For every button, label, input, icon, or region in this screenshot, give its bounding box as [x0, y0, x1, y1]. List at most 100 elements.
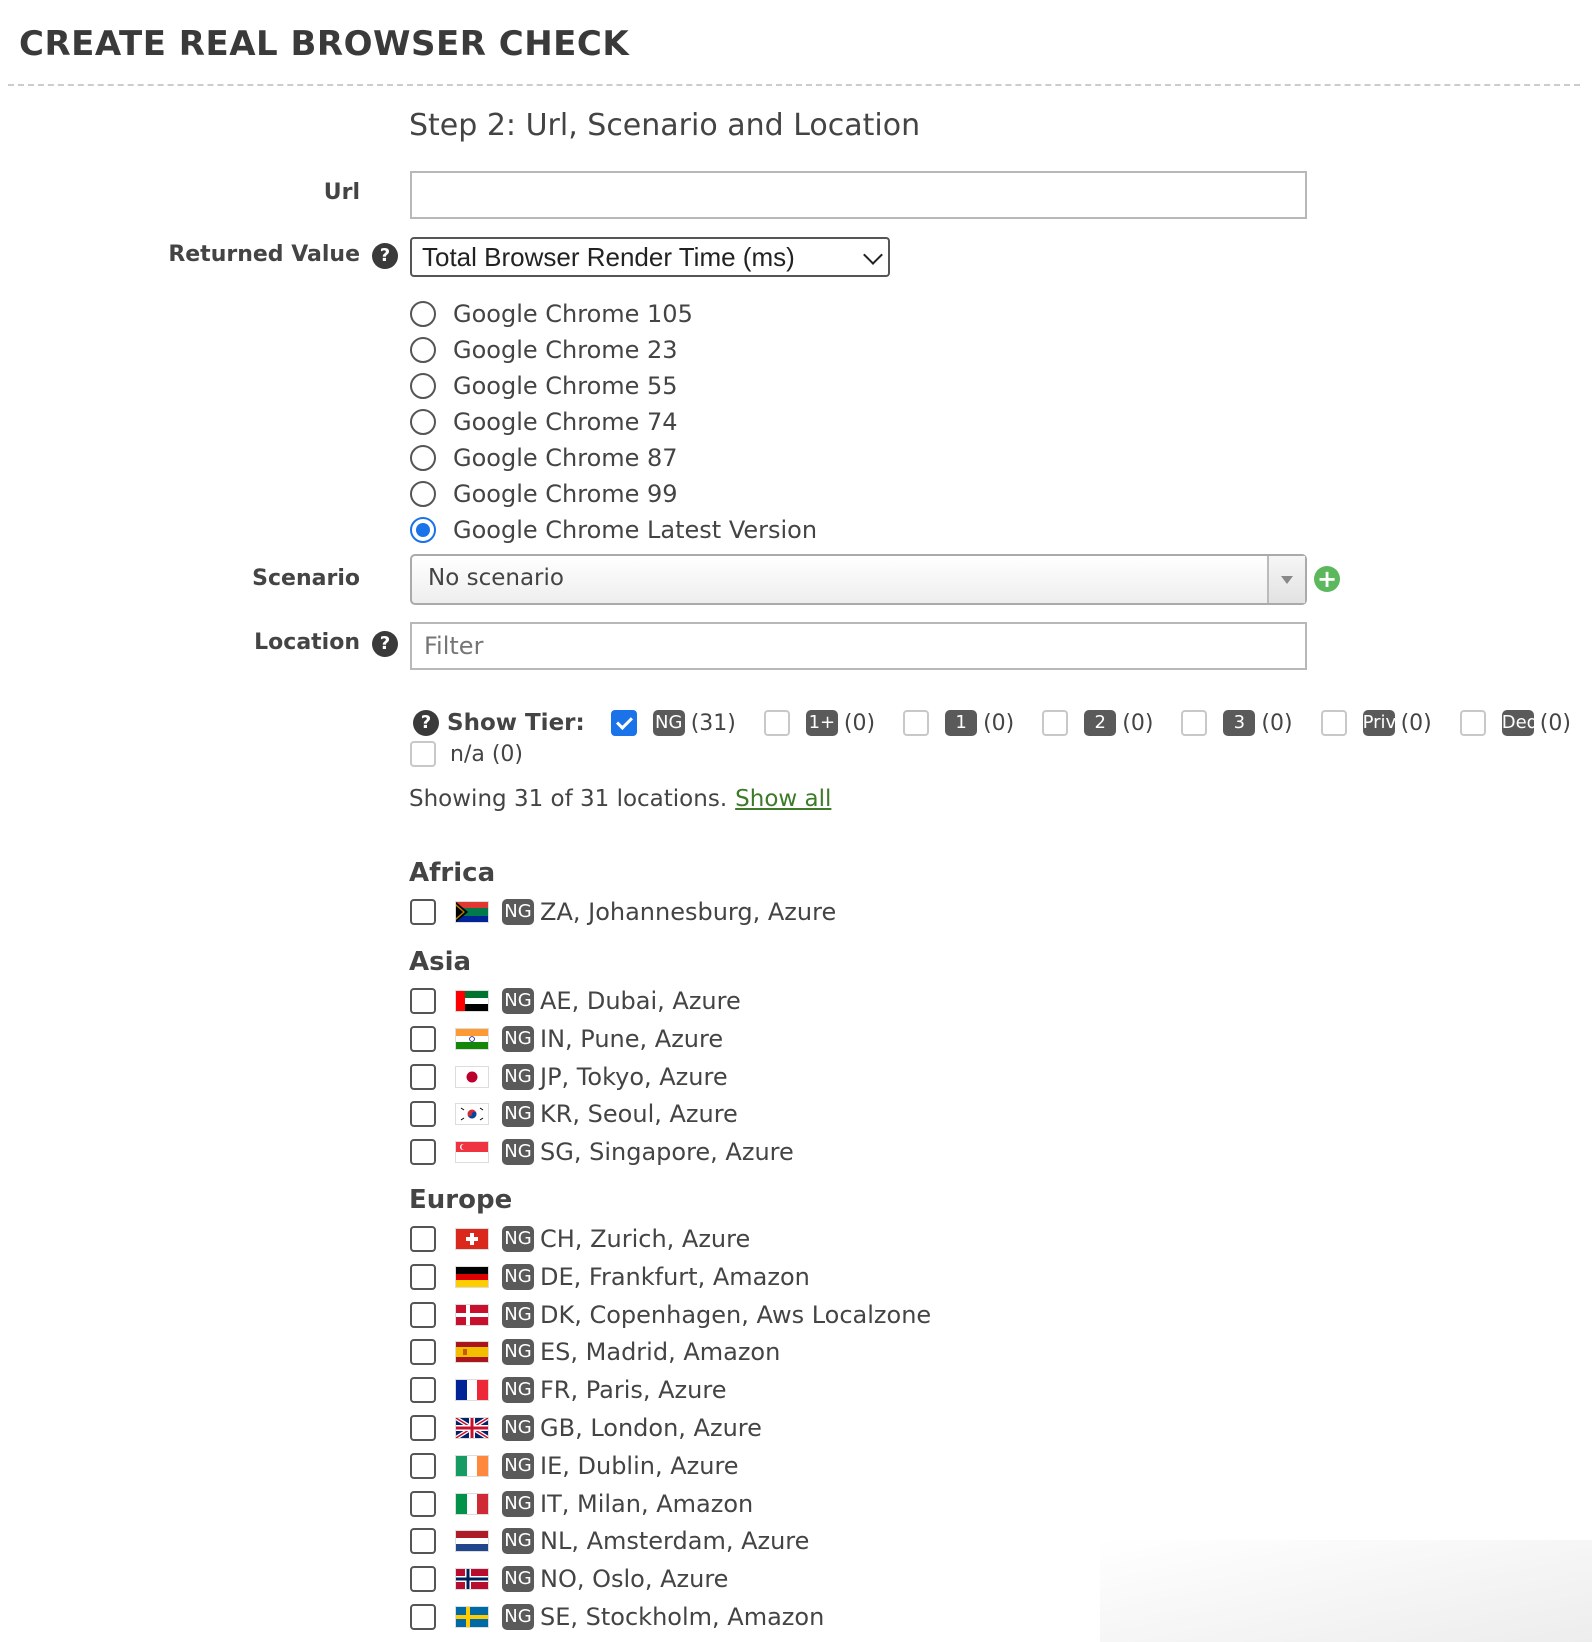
location-label: AE, Dubai, Azure [540, 987, 741, 1015]
location-item[interactable]: NG SG, Singapore, Azure [410, 1137, 794, 1167]
location-label: ES, Madrid, Amazon [540, 1338, 781, 1367]
location-item[interactable]: NG DK, Copenhagen, Aws Localzone [410, 1300, 931, 1330]
tier-checkbox[interactable] [1042, 710, 1069, 736]
location-item[interactable]: NG IN, Pune, Azure [410, 1024, 723, 1054]
tier-badge: 2 [1084, 710, 1117, 736]
location-item[interactable]: NG NL, Amsterdam, Azure [410, 1526, 809, 1556]
location-checkbox[interactable] [410, 1139, 436, 1166]
flag-nl-icon [456, 1531, 488, 1552]
location-item[interactable]: NG CH, Zurich, Azure [410, 1224, 750, 1254]
flag-ie-icon [456, 1455, 488, 1476]
tier-checkbox[interactable] [610, 710, 637, 736]
location-item[interactable]: NG ZA, Johannesburg, Azure [410, 897, 836, 927]
browser-option[interactable]: Google Chrome 87 [410, 443, 678, 473]
location-checkbox[interactable] [410, 1604, 436, 1630]
tier-count: (31) [690, 710, 736, 736]
location-item[interactable]: NG GB, London, Azure [410, 1413, 762, 1443]
tier-badge: NG [502, 1528, 534, 1555]
url-input[interactable] [410, 171, 1307, 219]
tier-badge: NG [502, 1415, 534, 1441]
location-item[interactable]: NG ES, Madrid, Amazon [410, 1337, 780, 1367]
dropdown-arrow-icon[interactable] [1267, 556, 1305, 603]
location-label: DE, Frankfurt, Amazon [540, 1262, 810, 1291]
browser-radio[interactable] [410, 409, 436, 435]
tier-checkbox[interactable] [1181, 710, 1208, 736]
location-checkbox[interactable] [410, 1226, 436, 1252]
location-item[interactable]: NG NO, Oslo, Azure [410, 1564, 728, 1594]
location-checkbox[interactable] [410, 1452, 436, 1479]
location-checkbox[interactable] [410, 1566, 436, 1593]
location-item[interactable]: NG IT, Milan, Amazon [410, 1489, 753, 1519]
browser-radio[interactable] [410, 517, 436, 543]
tier-count: (0) [1261, 710, 1293, 736]
show-all-link[interactable]: Show all [735, 786, 831, 812]
location-label: FR, Paris, Azure [540, 1376, 727, 1405]
location-label: DK, Copenhagen, Aws Localzone [540, 1300, 932, 1329]
location-checkbox[interactable] [410, 1528, 436, 1555]
tier-checkbox[interactable] [763, 710, 790, 736]
browser-option[interactable]: Google Chrome 105 [410, 299, 693, 329]
scenario-select[interactable]: No scenario [410, 554, 1307, 605]
tier-checkbox[interactable] [1320, 710, 1347, 736]
tier-badge: NG [502, 1452, 534, 1479]
location-label: IE, Dublin, Azure [540, 1451, 739, 1480]
chevron-down-icon [863, 245, 883, 265]
location-checkbox[interactable] [410, 1063, 436, 1090]
returned-value-help-icon[interactable]: ? [372, 243, 398, 269]
flag-kr-icon [456, 1104, 488, 1125]
location-item[interactable]: NG FR, Paris, Azure [410, 1375, 726, 1405]
tier-filter-row: ? Show Tier: NG (31) 1+ (0) 1 (0) 2 (0) 3 (0) Priv… [413, 710, 1571, 736]
location-checkbox[interactable] [410, 1377, 436, 1404]
tier-badge: NG [502, 1377, 534, 1404]
location-checkbox[interactable] [410, 988, 436, 1014]
tier-badge: NG [502, 988, 534, 1014]
tier-checkbox[interactable] [1459, 710, 1486, 736]
location-item[interactable]: NG DE, Frankfurt, Amazon [410, 1262, 810, 1292]
flag-gb-icon [456, 1418, 488, 1438]
location-checkbox[interactable] [410, 1025, 436, 1052]
browser-label: Google Chrome 74 [453, 408, 678, 436]
browser-option[interactable]: Google Chrome 23 [410, 335, 678, 365]
add-scenario-icon[interactable]: + [1314, 566, 1340, 592]
browser-radio[interactable] [410, 445, 436, 471]
tier-help-icon[interactable]: ? [413, 710, 439, 736]
location-item[interactable]: NG IE, Dublin, Azure [410, 1451, 739, 1481]
location-checkbox[interactable] [410, 1490, 436, 1517]
location-item[interactable]: NG JP, Tokyo, Azure [410, 1062, 728, 1092]
location-checkbox[interactable] [410, 1263, 436, 1290]
location-item[interactable]: NG SE, Stockholm, Amazon [410, 1602, 824, 1632]
tier-badge: NG [652, 710, 685, 736]
tier-checkbox[interactable] [903, 710, 930, 736]
location-label: IN, Pune, Azure [540, 1024, 724, 1053]
location-filter-input[interactable] [410, 622, 1307, 670]
tier-badge: NG [502, 1139, 534, 1166]
flag-es-icon [456, 1342, 488, 1363]
tier-count: (0) [843, 710, 876, 736]
location-checkbox[interactable] [410, 1101, 436, 1128]
tier-na-row: n/a (0) [410, 741, 523, 767]
browser-option[interactable]: Google Chrome 99 [410, 479, 678, 509]
location-checkbox[interactable] [410, 1415, 436, 1441]
browser-radio[interactable] [410, 373, 436, 399]
tier-badge: NG [502, 1490, 534, 1517]
tier-badge: NG [502, 1226, 534, 1252]
browser-radio[interactable] [410, 481, 436, 507]
location-label: ZA, Johannesburg, Azure [540, 898, 837, 926]
tier-na-checkbox[interactable] [410, 741, 436, 767]
region-heading: Europe [409, 1185, 513, 1215]
location-item[interactable]: NG KR, Seoul, Azure [410, 1099, 738, 1129]
flag-za-icon [456, 902, 488, 922]
browser-option[interactable]: Google Chrome 74 [410, 407, 678, 437]
browser-label: Google Chrome 99 [453, 480, 678, 508]
browser-radio[interactable] [410, 301, 436, 327]
returned-value-select[interactable]: Total Browser Render Time (ms) [410, 237, 890, 277]
location-help-icon[interactable]: ? [372, 631, 398, 657]
title-divider [8, 84, 1580, 86]
browser-option[interactable]: Google Chrome 55 [410, 371, 678, 401]
browser-radio[interactable] [410, 337, 436, 363]
location-checkbox[interactable] [410, 1301, 436, 1328]
location-item[interactable]: NG AE, Dubai, Azure [410, 986, 741, 1016]
location-checkbox[interactable] [410, 1339, 436, 1366]
location-checkbox[interactable] [410, 899, 436, 925]
browser-option[interactable]: Google Chrome Latest Version [410, 515, 817, 545]
